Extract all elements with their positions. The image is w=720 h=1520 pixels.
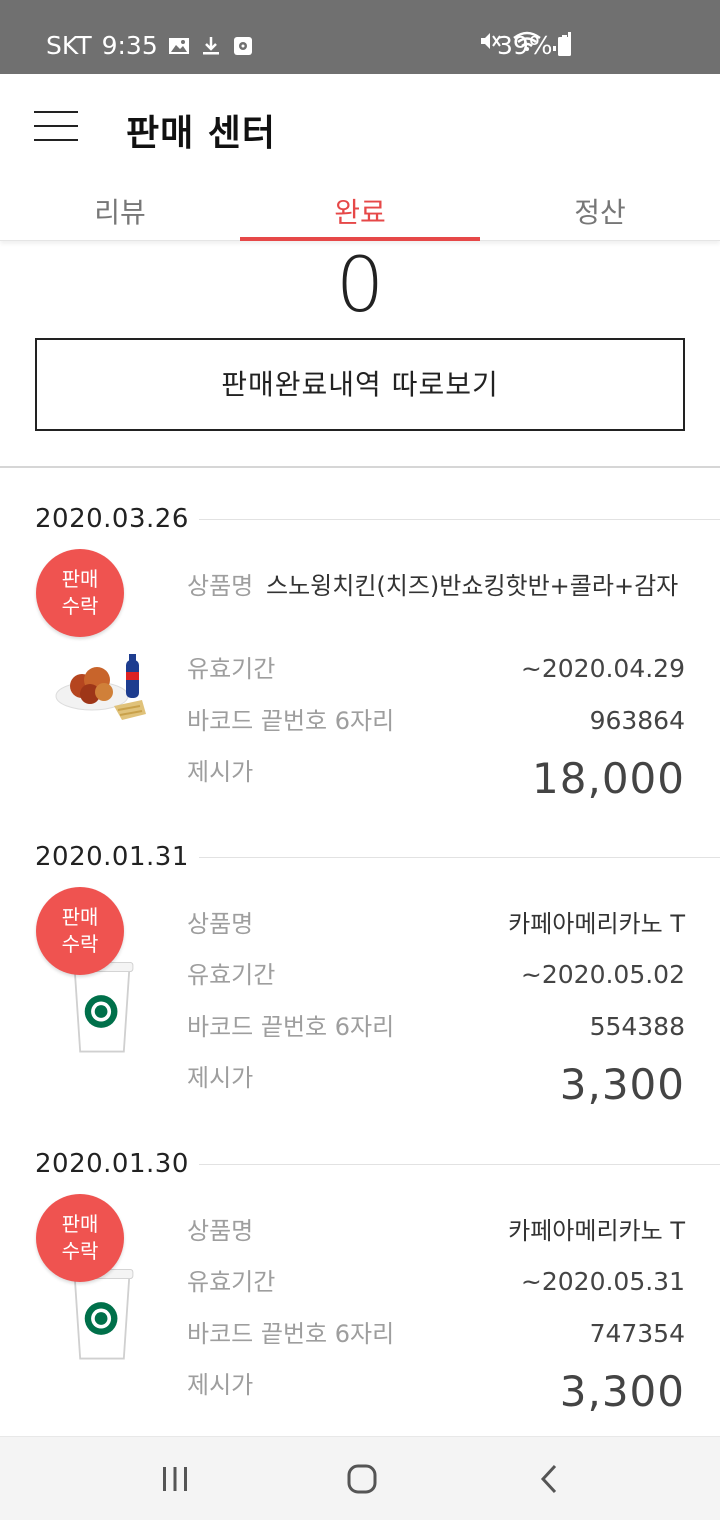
sale-accepted-badge: 판매 수락 xyxy=(36,887,124,975)
entry-date-row: 2020.01.30 xyxy=(35,1149,720,1179)
barcode-value: 554388 xyxy=(589,1012,685,1041)
barcode-value: 747354 xyxy=(589,1319,685,1348)
barcode-value: 963864 xyxy=(589,706,685,735)
date-divider xyxy=(195,1164,720,1165)
gallery-icon xyxy=(168,38,189,54)
entry-date: 2020.01.31 xyxy=(35,842,199,872)
hamburger-menu-icon[interactable] xyxy=(34,108,78,144)
sale-accepted-badge: 판매 수락 xyxy=(36,549,124,637)
badge-line-1: 판매 xyxy=(61,905,99,929)
tab-review[interactable]: 리뷰 xyxy=(0,184,240,240)
badge-line-2: 수락 xyxy=(61,932,99,956)
barcode-label: 바코드 끝번호 6자리 xyxy=(187,1320,395,1348)
expiry-value: ~2020.05.31 xyxy=(520,1267,685,1296)
product-label: 상품명 xyxy=(187,910,254,938)
screen-record-icon xyxy=(233,37,252,55)
entry-date: 2020.01.30 xyxy=(35,1149,199,1179)
badge-line-1: 판매 xyxy=(61,1212,99,1236)
price-label: 제시가 xyxy=(187,1064,254,1092)
status-bar-left: SKT 9:35 xyxy=(46,30,254,62)
product-name: 스노윙치킨(치즈)반쇼킹핫반+콜라+감자 xyxy=(266,572,679,600)
expiry-label: 유효기간 xyxy=(187,1268,276,1296)
price-label: 제시가 xyxy=(187,758,254,786)
entry-date-row: 2020.01.31 xyxy=(35,842,720,872)
tab-completed[interactable]: 완료 xyxy=(240,184,480,241)
page-title: 판매 센터 xyxy=(126,113,277,154)
clock: 9:35 xyxy=(101,31,158,60)
badge-line-2: 수락 xyxy=(61,594,99,618)
badge-line-2: 수락 xyxy=(61,1239,99,1263)
price-value: 18,000 xyxy=(532,754,685,803)
completed-count: 0 xyxy=(335,240,385,329)
app-header: 판매 센터 xyxy=(0,74,720,184)
product-name: 카페아메리카노 T xyxy=(508,910,685,938)
product-label: 상품명 xyxy=(187,1217,254,1245)
price-value: 3,300 xyxy=(559,1367,685,1416)
date-divider xyxy=(195,519,720,520)
battery-percent: 39% xyxy=(497,31,553,60)
badge-line-1: 판매 xyxy=(61,567,99,591)
view-sales-history-button[interactable]: 판매완료내역 따로보기 xyxy=(35,338,685,431)
entry-date: 2020.03.26 xyxy=(35,504,199,534)
tab-settlement[interactable]: 정산 xyxy=(480,184,720,240)
entry-date-row: 2020.03.26 xyxy=(35,504,720,534)
recent-apps-icon[interactable] xyxy=(155,1459,195,1499)
sale-accepted-badge: 판매 수락 xyxy=(36,1194,124,1282)
battery-icon xyxy=(558,35,571,56)
barcode-label: 바코드 끝번호 6자리 xyxy=(187,707,395,735)
download-icon xyxy=(202,37,219,55)
tab-bar: 리뷰 완료 정산 xyxy=(0,184,720,241)
status-bar: SKT 9:35 39% xyxy=(0,0,720,74)
expiry-value: ~2020.04.29 xyxy=(520,654,685,683)
date-divider xyxy=(195,857,720,858)
section-divider xyxy=(0,466,720,468)
expiry-value: ~2020.05.02 xyxy=(520,960,685,989)
carrier-label: SKT xyxy=(46,31,92,60)
price-label: 제시가 xyxy=(187,1371,254,1399)
product-label: 상품명 xyxy=(187,572,254,600)
expiry-label: 유효기간 xyxy=(187,655,276,683)
price-value: 3,300 xyxy=(559,1060,685,1109)
barcode-label: 바코드 끝번호 6자리 xyxy=(187,1013,395,1041)
expiry-label: 유효기간 xyxy=(187,961,276,989)
chicken-set-image xyxy=(55,654,146,720)
home-icon[interactable] xyxy=(342,1459,382,1499)
product-name: 카페아메리카노 T xyxy=(508,1217,685,1245)
back-icon[interactable] xyxy=(530,1459,570,1499)
system-nav-bar xyxy=(0,1436,720,1520)
